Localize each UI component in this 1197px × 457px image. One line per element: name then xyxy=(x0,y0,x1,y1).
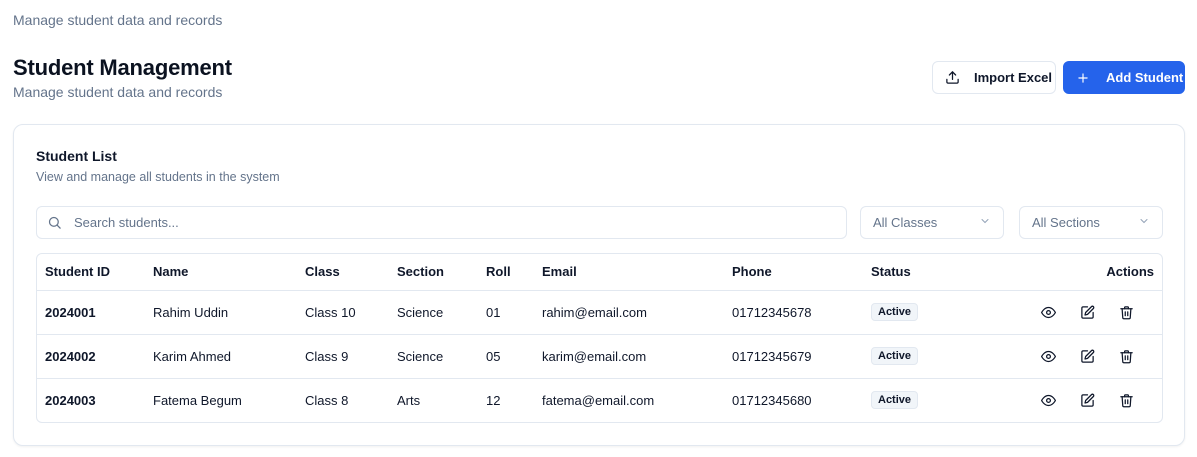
import-excel-button[interactable]: Import Excel xyxy=(932,61,1056,94)
section-filter-select[interactable]: All Sections xyxy=(1019,206,1163,239)
header-roll: Roll xyxy=(486,264,511,280)
cell-section: Science xyxy=(397,304,444,320)
status-badge: Active xyxy=(871,303,919,321)
delete-icon[interactable] xyxy=(1117,391,1136,410)
cell-status: Active xyxy=(871,334,1021,378)
chevron-down-icon xyxy=(1138,215,1150,230)
top-subtitle: Manage student data and records xyxy=(13,12,223,28)
cell-student-id: 2024002 xyxy=(45,348,96,364)
cell-phone: 01712345679 xyxy=(732,348,812,364)
cell-roll: 01 xyxy=(486,304,501,320)
cell-actions xyxy=(1021,378,1162,422)
cell-name: Fatema Begum xyxy=(153,392,242,408)
page-title: Student Management xyxy=(13,55,232,80)
cell-email: karim@email.com xyxy=(542,348,647,364)
edit-icon[interactable] xyxy=(1078,347,1097,366)
student-table: Student ID Name Class Section Roll Email… xyxy=(36,253,1163,423)
cell-name: Rahim Uddin xyxy=(153,304,229,320)
cell-section: Science xyxy=(397,348,444,364)
card-description: View and manage all students in the syst… xyxy=(36,170,280,184)
class-filter-select[interactable]: All Classes xyxy=(860,206,1004,239)
search-icon xyxy=(47,215,62,230)
status-badge: Active xyxy=(871,347,919,365)
cell-phone: 01712345680 xyxy=(732,392,812,408)
header-phone: Phone xyxy=(732,264,772,280)
chevron-down-icon xyxy=(979,215,991,230)
cell-class: Class 8 xyxy=(305,392,349,408)
view-icon[interactable] xyxy=(1039,347,1058,366)
section-filter-value: All Sections xyxy=(1032,215,1100,230)
table-row: 2024002 Karim Ahmed Class 9 Science 05 k… xyxy=(37,334,1162,378)
cell-roll: 05 xyxy=(486,348,501,364)
cell-actions xyxy=(1021,334,1162,378)
cell-section: Arts xyxy=(397,392,421,408)
header-name: Name xyxy=(153,264,189,280)
cell-student-id: 2024003 xyxy=(45,392,96,408)
cell-name: Karim Ahmed xyxy=(153,348,232,364)
page-subtitle: Manage student data and records xyxy=(13,84,223,100)
search-input[interactable] xyxy=(74,215,774,230)
edit-icon[interactable] xyxy=(1078,303,1097,322)
header-email: Email xyxy=(542,264,577,280)
delete-icon[interactable] xyxy=(1117,347,1136,366)
view-icon[interactable] xyxy=(1039,391,1058,410)
cell-status: Active xyxy=(871,378,1021,422)
cell-class: Class 10 xyxy=(305,304,356,320)
table-row: 2024001 Rahim Uddin Class 10 Science 01 … xyxy=(37,290,1162,334)
cell-actions xyxy=(1021,290,1162,334)
search-field[interactable] xyxy=(36,206,847,239)
header-student-id: Student ID xyxy=(45,264,110,280)
plus-icon xyxy=(1076,71,1090,85)
delete-icon[interactable] xyxy=(1117,303,1136,322)
view-icon[interactable] xyxy=(1039,303,1058,322)
add-student-label: Add Student xyxy=(1106,70,1184,85)
class-filter-value: All Classes xyxy=(873,215,938,230)
header-class: Class xyxy=(305,264,340,280)
cell-class: Class 9 xyxy=(305,348,349,364)
student-list-card: Student List View and manage all student… xyxy=(13,124,1185,446)
cell-status: Active xyxy=(871,290,1021,334)
table-header-row: Student ID Name Class Section Roll Email… xyxy=(37,254,1162,290)
header-status: Status xyxy=(871,264,911,280)
card-title: Student List xyxy=(36,148,117,164)
cell-roll: 12 xyxy=(486,392,501,408)
table-row: 2024003 Fatema Begum Class 8 Arts 12 fat… xyxy=(37,378,1162,422)
cell-student-id: 2024001 xyxy=(45,304,96,320)
edit-icon[interactable] xyxy=(1078,391,1097,410)
header-actions: Actions xyxy=(1106,264,1154,280)
cell-email: rahim@email.com xyxy=(542,304,647,320)
import-excel-label: Import Excel xyxy=(974,70,1053,85)
cell-phone: 01712345678 xyxy=(732,304,812,320)
status-badge: Active xyxy=(871,391,919,410)
cell-email: fatema@email.com xyxy=(542,392,655,408)
header-section: Section xyxy=(397,264,444,280)
upload-icon xyxy=(945,70,960,85)
add-student-button[interactable]: Add Student xyxy=(1063,61,1185,94)
